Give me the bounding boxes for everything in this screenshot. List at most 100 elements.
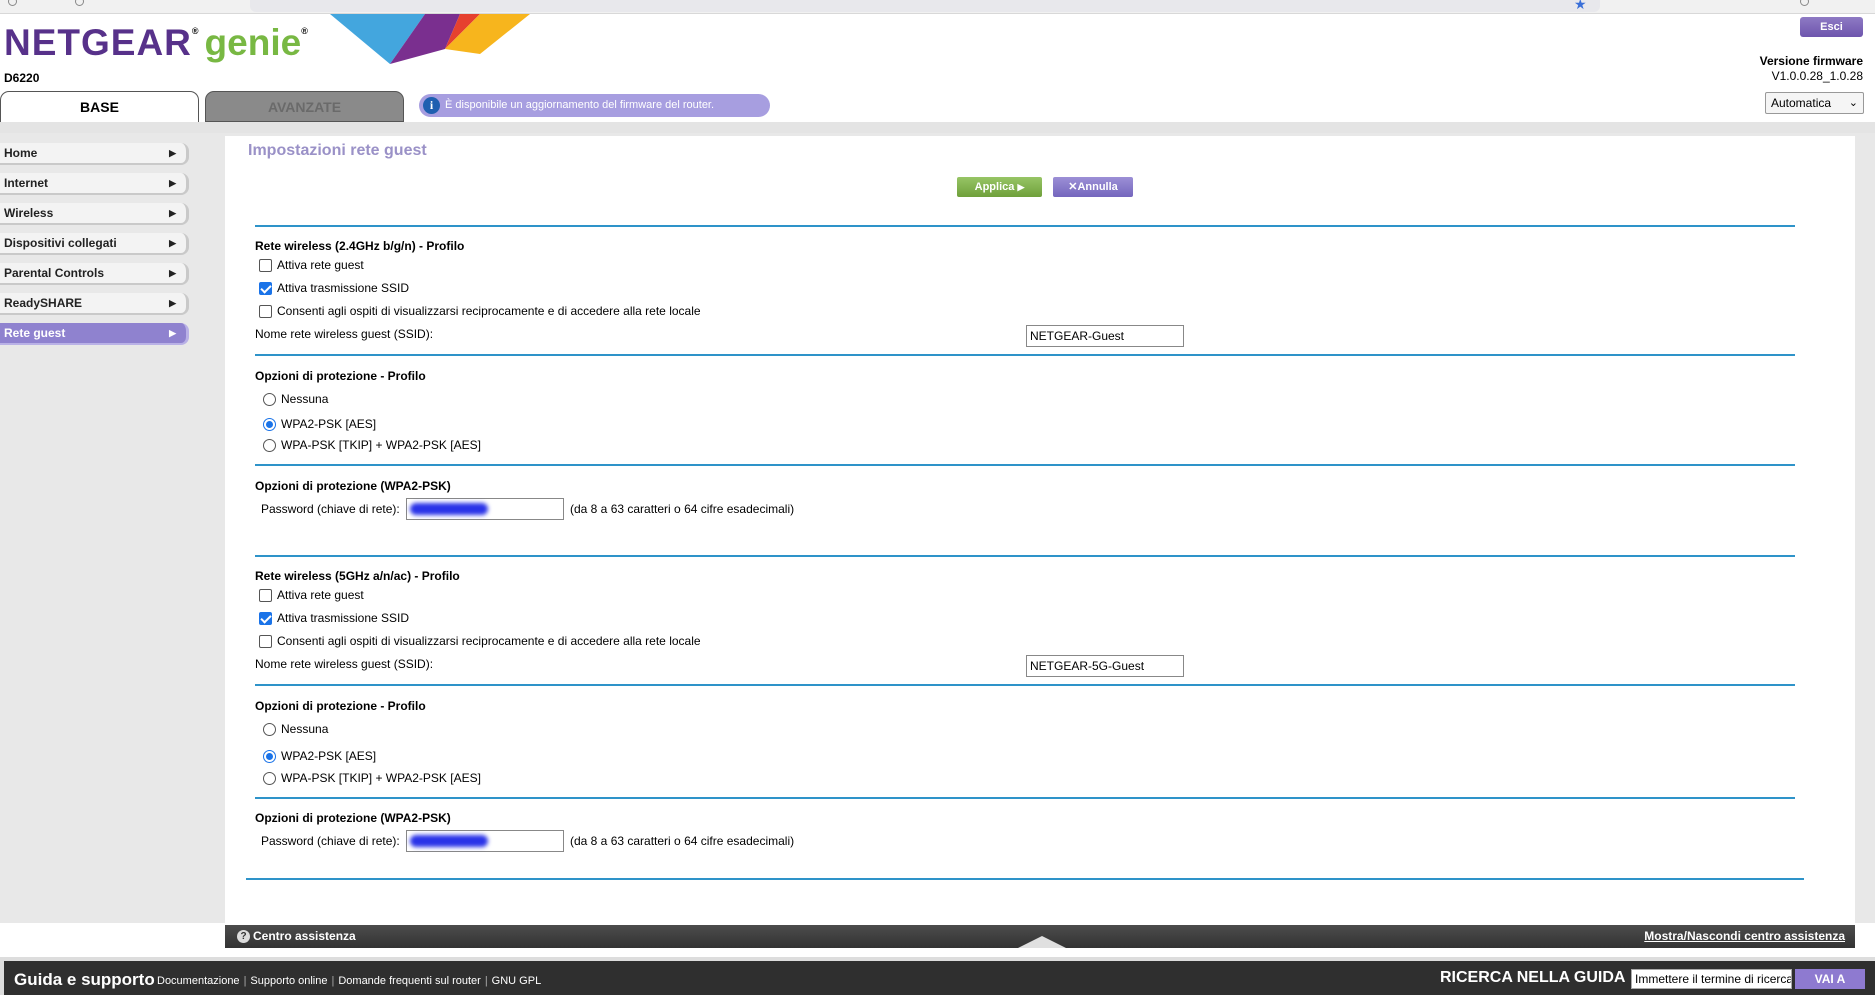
firmware-update-notice[interactable]: i È disponibile un aggiornamento del fir… [419, 94, 770, 117]
security-5-mixed-row: WPA-PSK [TKIP] + WPA2-PSK [AES] [263, 771, 481, 785]
logout-button[interactable]: Esci [1800, 17, 1863, 37]
arrow-right-icon: ▶ [169, 178, 176, 188]
security-24-none-row: Nessuna [263, 392, 328, 406]
enable-guest-5-checkbox[interactable] [259, 588, 272, 602]
router-model: D6220 [4, 71, 40, 85]
password-5-label: Password (chiave di rete): [261, 834, 400, 848]
reload-icon[interactable] [75, 0, 84, 6]
browser-menu-icon[interactable] [1800, 0, 1809, 6]
security-24-none-radio[interactable] [263, 392, 276, 406]
sidebar-item-home[interactable]: Home ▶ [0, 143, 189, 165]
main-panel: Impostazioni rete guest Applica ▶ ✕Annul… [222, 133, 1875, 923]
security-5-none-radio[interactable] [263, 722, 276, 736]
broadcast-ssid-5-checkbox[interactable] [259, 611, 272, 625]
support-title: Guida e supporto [14, 970, 155, 989]
allow-local-24-row: Consenti agli ospiti di visualizzarsi re… [259, 304, 701, 318]
help-search-input[interactable]: Immettere il termine di ricerca [1631, 969, 1792, 989]
support-links: Documentazione | Supporto online | Domande f… [157, 975, 542, 987]
tab-advanced[interactable]: AVANZATE [205, 91, 404, 122]
security-5-none-row: Nessuna [263, 722, 328, 736]
sidebar-item-readyshare[interactable]: ReadySHARE ▶ [0, 293, 189, 315]
chevron-down-icon: ⌄ [1848, 97, 1858, 109]
tab-base[interactable]: BASE [0, 91, 199, 122]
section-title-5ghz-profile: Rete wireless (5GHz a/n/ac) - Profilo [255, 569, 460, 583]
help-search-go-button[interactable]: VAI A [1795, 969, 1865, 989]
allow-local-5-row: Consenti agli ospiti di visualizzarsi re… [259, 634, 701, 648]
browser-toolbar: ★ [0, 0, 1875, 14]
help-icon: ? [237, 930, 250, 943]
banner-decoration-graphic [330, 14, 530, 64]
cancel-button[interactable]: ✕Annulla [1053, 177, 1133, 197]
enable-guest-24-checkbox[interactable] [259, 258, 272, 272]
section-divider [255, 797, 1795, 799]
password-5-hint: (da 8 a 63 caratteri o 64 cifre esadecim… [570, 834, 795, 848]
page-title: Impostazioni rete guest [248, 142, 427, 159]
broadcast-ssid-24-row: Attiva trasmissione SSID [259, 281, 409, 295]
ssid-5-input[interactable]: NETGEAR-5G-Guest [1026, 655, 1184, 677]
section-divider [255, 225, 1795, 227]
arrow-right-icon: ▶ [169, 298, 176, 308]
router-faq-link[interactable]: Domande frequenti sul router [338, 975, 480, 987]
sidebar-item-internet[interactable]: Internet ▶ [0, 173, 189, 195]
security-24-wpa2-radio[interactable] [263, 417, 276, 431]
help-center-bar: ? Centro assistenza Mostra/Nascondi cent… [225, 925, 1855, 948]
section-title-5ghz-security: Opzioni di protezione - Profilo [255, 699, 426, 713]
help-search-label: RICERCA NELLA GUIDA [1440, 969, 1626, 986]
section-title-24ghz-psk: Opzioni di protezione (WPA2-PSK) [255, 479, 451, 493]
gnu-gpl-link[interactable]: GNU GPL [492, 975, 542, 987]
broadcast-ssid-24-checkbox[interactable] [259, 281, 272, 295]
firmware-update-notice-text: È disponibile un aggiornamento del firmw… [445, 99, 715, 111]
redacted-password [410, 503, 488, 515]
broadcast-ssid-5-row: Attiva trasmissione SSID [259, 611, 409, 625]
language-selected-value: Automatica [1771, 96, 1832, 110]
sidebar-item-guest-network[interactable]: Rete guest ▶ [0, 323, 189, 345]
arrow-right-icon: ▶ [169, 268, 176, 278]
security-5-wpa2-row: WPA2-PSK [AES] [263, 749, 376, 763]
section-divider [255, 464, 1795, 466]
password-5-input[interactable] [406, 830, 564, 852]
main-content: Impostazioni rete guest Applica ▶ ✕Annul… [225, 136, 1855, 923]
toggle-help-center-link[interactable]: Mostra/Nascondi centro assistenza [1644, 925, 1845, 948]
security-5-wpa2-radio[interactable] [263, 749, 276, 763]
allow-local-24-checkbox[interactable] [259, 304, 272, 318]
language-select[interactable]: Automatica ⌄ [1765, 92, 1864, 114]
arrow-right-icon: ▶ [169, 208, 176, 218]
arrow-right-icon: ▶ [169, 328, 176, 338]
firmware-version-value: V1.0.0.28_1.0.28 [1771, 69, 1863, 83]
security-24-mixed-row: WPA-PSK [TKIP] + WPA2-PSK [AES] [263, 438, 481, 452]
documentation-link[interactable]: Documentazione [157, 975, 240, 987]
security-5-mixed-radio[interactable] [263, 771, 276, 785]
ssid-5-label: Nome rete wireless guest (SSID): [255, 657, 434, 671]
sidebar-item-wireless[interactable]: Wireless ▶ [0, 203, 189, 225]
expand-help-icon[interactable] [1018, 936, 1066, 948]
arrow-right-icon: ▶ [169, 238, 176, 248]
sidebar-item-attached-devices[interactable]: Dispositivi collegati ▶ [0, 233, 189, 255]
header-divider [0, 122, 1875, 133]
section-title-5ghz-psk: Opzioni di protezione (WPA2-PSK) [255, 811, 451, 825]
enable-guest-24-row: Attiva rete guest [259, 258, 364, 272]
product-name: genie [204, 22, 302, 63]
sidebar-item-parental-controls[interactable]: Parental Controls ▶ [0, 263, 189, 285]
apply-button[interactable]: Applica ▶ [957, 177, 1042, 197]
section-title-24ghz-profile: Rete wireless (2.4GHz b/g/n) - Profilo [255, 239, 465, 253]
support-footer: Guida e supporto Documentazione | Supporto… [4, 961, 1875, 995]
section-divider [246, 878, 1804, 880]
help-center-label: Centro assistenza [253, 929, 356, 943]
brand-name: NETGEAR [4, 22, 192, 63]
arrow-right-icon: ▶ [169, 148, 176, 158]
password-24-input[interactable] [406, 498, 564, 520]
section-divider [255, 555, 1795, 557]
bookmark-star-icon[interactable]: ★ [1574, 0, 1587, 13]
ssid-24-input[interactable]: NETGEAR-Guest [1026, 325, 1184, 347]
sidebar: Home ▶ Internet ▶ Wireless ▶ Dispositivi co… [0, 133, 222, 923]
play-arrow-icon: ▶ [1017, 182, 1025, 192]
back-icon[interactable] [8, 0, 17, 6]
allow-local-5-checkbox[interactable] [259, 634, 272, 648]
online-support-link[interactable]: Supporto online [250, 975, 327, 987]
enable-guest-5-row: Attiva rete guest [259, 588, 364, 602]
footer: Guida e supporto Documentazione | Supporto… [0, 957, 1875, 995]
address-bar[interactable] [250, 0, 1600, 12]
security-24-wpa2-row: WPA2-PSK [AES] [263, 417, 376, 431]
redacted-password [410, 835, 488, 847]
security-24-mixed-radio[interactable] [263, 438, 276, 452]
